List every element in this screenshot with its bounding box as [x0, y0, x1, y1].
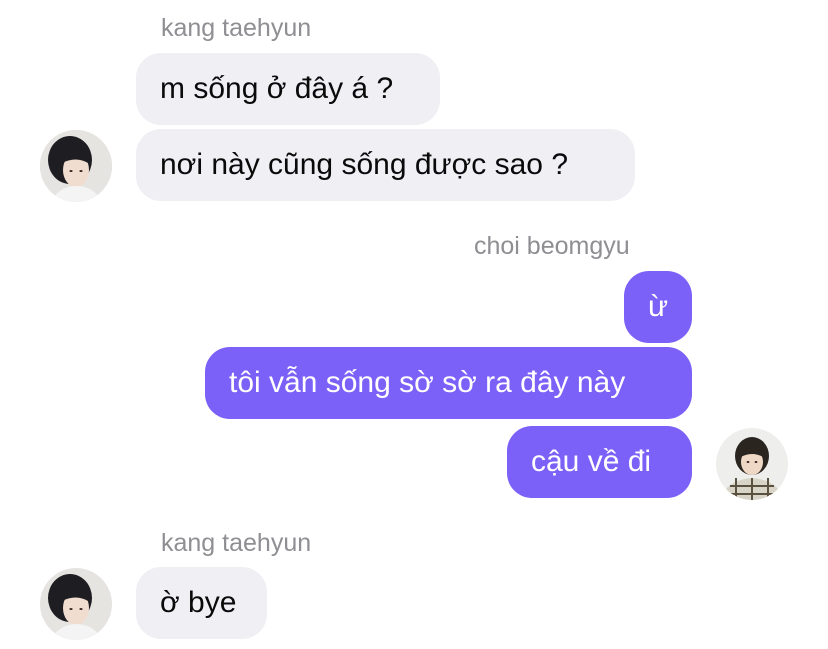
message-text: cậu về đi — [531, 445, 652, 478]
sender-name-kang-taehyun: kang taehyun — [161, 14, 312, 42]
message-bubble-incoming[interactable]: ờ bye — [136, 567, 267, 639]
avatar-kang-taehyun[interactable] — [40, 568, 112, 640]
message-text: ờ bye — [160, 586, 237, 619]
message-text: ừ — [647, 290, 669, 323]
message-bubble-incoming[interactable]: nơi này cũng sống được sao ? — [136, 129, 635, 201]
message-bubble-outgoing[interactable]: ừ — [624, 271, 692, 343]
message-bubble-outgoing[interactable]: cậu về đi — [507, 426, 692, 498]
avatar-kang-taehyun[interactable] — [40, 130, 112, 202]
sender-name-choi-beomgyu: choi beomgyu — [474, 232, 630, 260]
sender-name-kang-taehyun: kang taehyun — [161, 529, 312, 557]
message-bubble-incoming[interactable]: m sống ở đây á ? — [136, 53, 440, 125]
message-text: nơi này cũng sống được sao ? — [160, 148, 569, 181]
avatar-photo-icon — [716, 428, 788, 500]
avatar-photo-icon — [40, 568, 112, 640]
avatar-photo-icon — [40, 130, 112, 202]
message-bubble-outgoing[interactable]: tôi vẫn sống sờ sờ ra đây này — [205, 347, 692, 419]
message-text: m sống ở đây á ? — [160, 72, 394, 105]
avatar-choi-beomgyu[interactable] — [716, 428, 788, 500]
message-text: tôi vẫn sống sờ sờ ra đây này — [229, 366, 626, 399]
